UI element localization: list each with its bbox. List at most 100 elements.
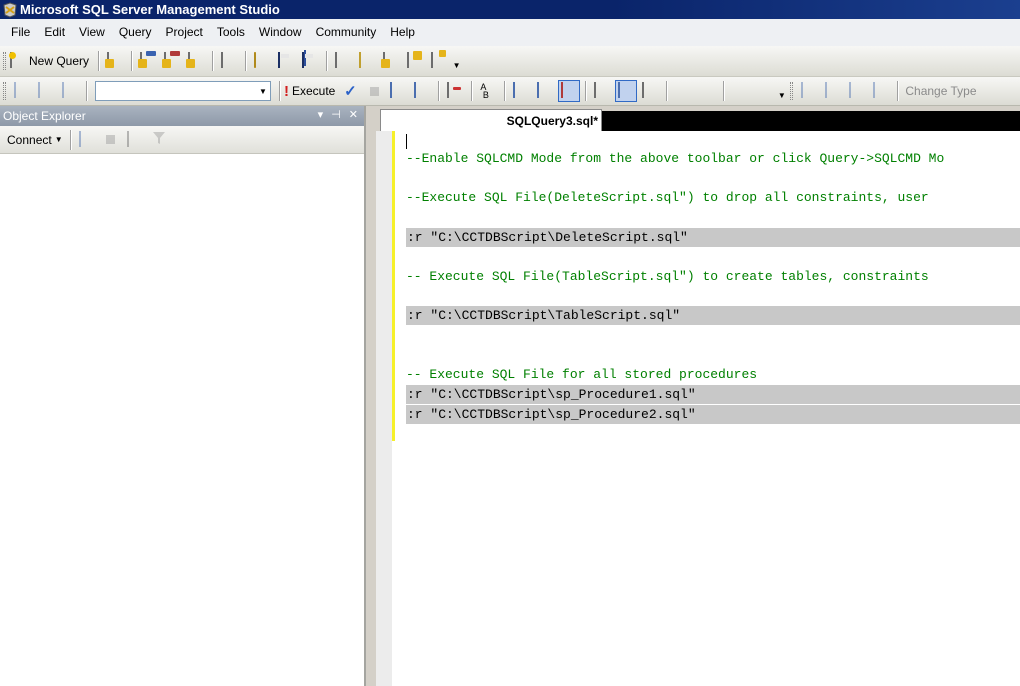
object-explorer-panel: Object Explorer ▾ ⊣ ✕ Connect ▼ bbox=[0, 106, 366, 686]
filter-icon bbox=[152, 131, 166, 148]
database-query-icon bbox=[105, 52, 123, 69]
xmla-query-button[interactable] bbox=[185, 50, 207, 72]
document-tab-strip: SQLQuery3.sql* bbox=[370, 106, 1020, 131]
connect-button[interactable] bbox=[11, 80, 33, 102]
analysis-mdx-query-button[interactable] bbox=[137, 50, 159, 72]
object-explorer-header: Object Explorer ▾ ⊣ ✕ bbox=[0, 106, 364, 126]
properties-window-button[interactable] bbox=[404, 50, 426, 72]
menu-project[interactable]: Project bbox=[159, 19, 210, 46]
show-results-pane-button[interactable] bbox=[870, 80, 892, 102]
template-explorer-button[interactable] bbox=[380, 50, 402, 72]
code-line: --Enable SQLCMD Mode from the above tool… bbox=[406, 151, 945, 166]
code-line: :r "C:\CCTDBScript\DeleteScript.sql" bbox=[406, 228, 1020, 247]
database-engine-query-button[interactable] bbox=[104, 50, 126, 72]
design-query-button[interactable] bbox=[444, 80, 466, 102]
toolbar-grip[interactable] bbox=[790, 82, 794, 100]
toolbar-overflow-button[interactable]: ▼ bbox=[451, 50, 462, 72]
code-line: :r "C:\CCTDBScript\TableScript.sql" bbox=[406, 306, 1020, 325]
oe-disconnect-button[interactable] bbox=[76, 129, 98, 151]
oe-stop-button[interactable] bbox=[100, 129, 122, 151]
template-explorer-icon bbox=[381, 52, 399, 69]
change-connection-button[interactable] bbox=[35, 80, 57, 102]
new-query-icon bbox=[9, 52, 26, 69]
uncomment-lines-icon bbox=[699, 83, 715, 99]
criteria-pane-icon bbox=[825, 82, 841, 99]
connect-dropdown-button[interactable]: Connect ▼ bbox=[4, 133, 66, 147]
menu-file[interactable]: File bbox=[4, 19, 37, 46]
decrease-indent-button[interactable] bbox=[729, 80, 751, 102]
window-title: Microsoft SQL Server Management Studio bbox=[20, 2, 280, 17]
results-to-file-button[interactable] bbox=[639, 80, 661, 102]
intellisense-icon: A B bbox=[480, 82, 489, 100]
document-area: SQLQuery3.sql* --Enable SQLCMD Mode from… bbox=[370, 106, 1020, 686]
save-all-button[interactable] bbox=[299, 50, 321, 72]
include-actual-plan-button[interactable] bbox=[510, 80, 532, 102]
code-line: -- Execute SQL File(TableScript.sql") to… bbox=[406, 269, 929, 284]
code-line: :r "C:\CCTDBScript\sp_Procedure1.sql" bbox=[406, 385, 1020, 404]
toolbar-overflow-button[interactable]: ▼ bbox=[776, 80, 787, 102]
show-sql-pane-button[interactable] bbox=[846, 80, 868, 102]
design-query-icon bbox=[447, 82, 463, 99]
uncomment-button[interactable] bbox=[696, 80, 718, 102]
open-file-button[interactable] bbox=[251, 50, 273, 72]
connect-icon bbox=[14, 82, 30, 99]
registered-servers-icon bbox=[335, 52, 351, 69]
auto-hide-pin-icon[interactable]: ⊣ bbox=[331, 108, 341, 121]
properties-icon bbox=[407, 51, 423, 69]
menu-window[interactable]: Window bbox=[252, 19, 309, 46]
cancel-query-button[interactable] bbox=[363, 80, 385, 102]
sqlcmd-icon bbox=[561, 82, 577, 99]
toolbar-grip[interactable] bbox=[3, 82, 6, 100]
menu-community[interactable]: Community bbox=[309, 19, 384, 46]
toolbar-grip[interactable] bbox=[3, 52, 6, 70]
chevron-down-icon: ▼ bbox=[777, 91, 786, 100]
checkmark-icon: ✓ bbox=[344, 83, 357, 100]
document-icon bbox=[221, 52, 237, 69]
registered-servers-button[interactable] bbox=[332, 50, 354, 72]
change-tracking-bar bbox=[392, 131, 395, 441]
menu-edit[interactable]: Edit bbox=[37, 19, 72, 46]
client-statistics-icon bbox=[537, 82, 553, 99]
intellisense-button[interactable]: A B bbox=[477, 80, 499, 102]
query-editor[interactable]: --Enable SQLCMD Mode from the above tool… bbox=[376, 131, 1020, 686]
parse-button[interactable]: ✓ bbox=[339, 80, 361, 102]
chevron-down-icon: ▼ bbox=[452, 61, 461, 70]
comment-out-button[interactable] bbox=[672, 80, 694, 102]
client-statistics-button[interactable] bbox=[534, 80, 556, 102]
results-to-grid-button[interactable] bbox=[615, 80, 638, 102]
disconnect-button[interactable] bbox=[59, 80, 81, 102]
disconnect-icon bbox=[62, 82, 78, 99]
menu-help[interactable]: Help bbox=[383, 19, 422, 46]
results-to-text-button[interactable] bbox=[591, 80, 613, 102]
object-explorer-button[interactable] bbox=[356, 50, 378, 72]
query-options-icon bbox=[414, 82, 430, 99]
increase-indent-button[interactable] bbox=[753, 80, 775, 102]
show-criteria-pane-button[interactable] bbox=[822, 80, 844, 102]
menu-query[interactable]: Query bbox=[112, 19, 159, 46]
actual-plan-icon bbox=[513, 82, 529, 99]
tab-sqlquery3[interactable]: SQLQuery3.sql* bbox=[380, 109, 602, 131]
save-button[interactable] bbox=[275, 50, 297, 72]
display-estimated-plan-button[interactable] bbox=[387, 80, 409, 102]
window-position-dropdown-icon[interactable]: ▾ bbox=[318, 108, 324, 121]
execute-button[interactable]: ! Execute bbox=[284, 83, 338, 100]
menu-tools[interactable]: Tools bbox=[210, 19, 252, 46]
analysis-dmx-query-button[interactable] bbox=[161, 50, 183, 72]
menu-view[interactable]: View bbox=[72, 19, 112, 46]
oe-filter-button[interactable] bbox=[148, 129, 170, 151]
tab-title: SQLQuery3.sql* bbox=[506, 113, 598, 128]
show-diagram-pane-button[interactable] bbox=[798, 80, 820, 102]
dmx-query-icon bbox=[162, 51, 181, 69]
query-options-button[interactable] bbox=[411, 80, 433, 102]
xmla-query-icon bbox=[186, 52, 204, 69]
sqlcmd-mode-button[interactable] bbox=[558, 80, 581, 102]
menu-bar: File Edit View Query Project Tools Windo… bbox=[0, 19, 1020, 46]
available-databases-dropdown[interactable]: ▼ bbox=[95, 81, 271, 101]
close-icon[interactable]: ✕ bbox=[349, 108, 358, 121]
change-type-button[interactable]: Change Type bbox=[902, 84, 979, 98]
toolbox-icon bbox=[431, 50, 447, 69]
toolbox-button[interactable] bbox=[428, 50, 450, 72]
new-query-button[interactable]: New Query bbox=[9, 52, 92, 69]
sql-compact-query-button[interactable] bbox=[218, 50, 240, 72]
oe-refresh-button[interactable] bbox=[124, 129, 146, 151]
